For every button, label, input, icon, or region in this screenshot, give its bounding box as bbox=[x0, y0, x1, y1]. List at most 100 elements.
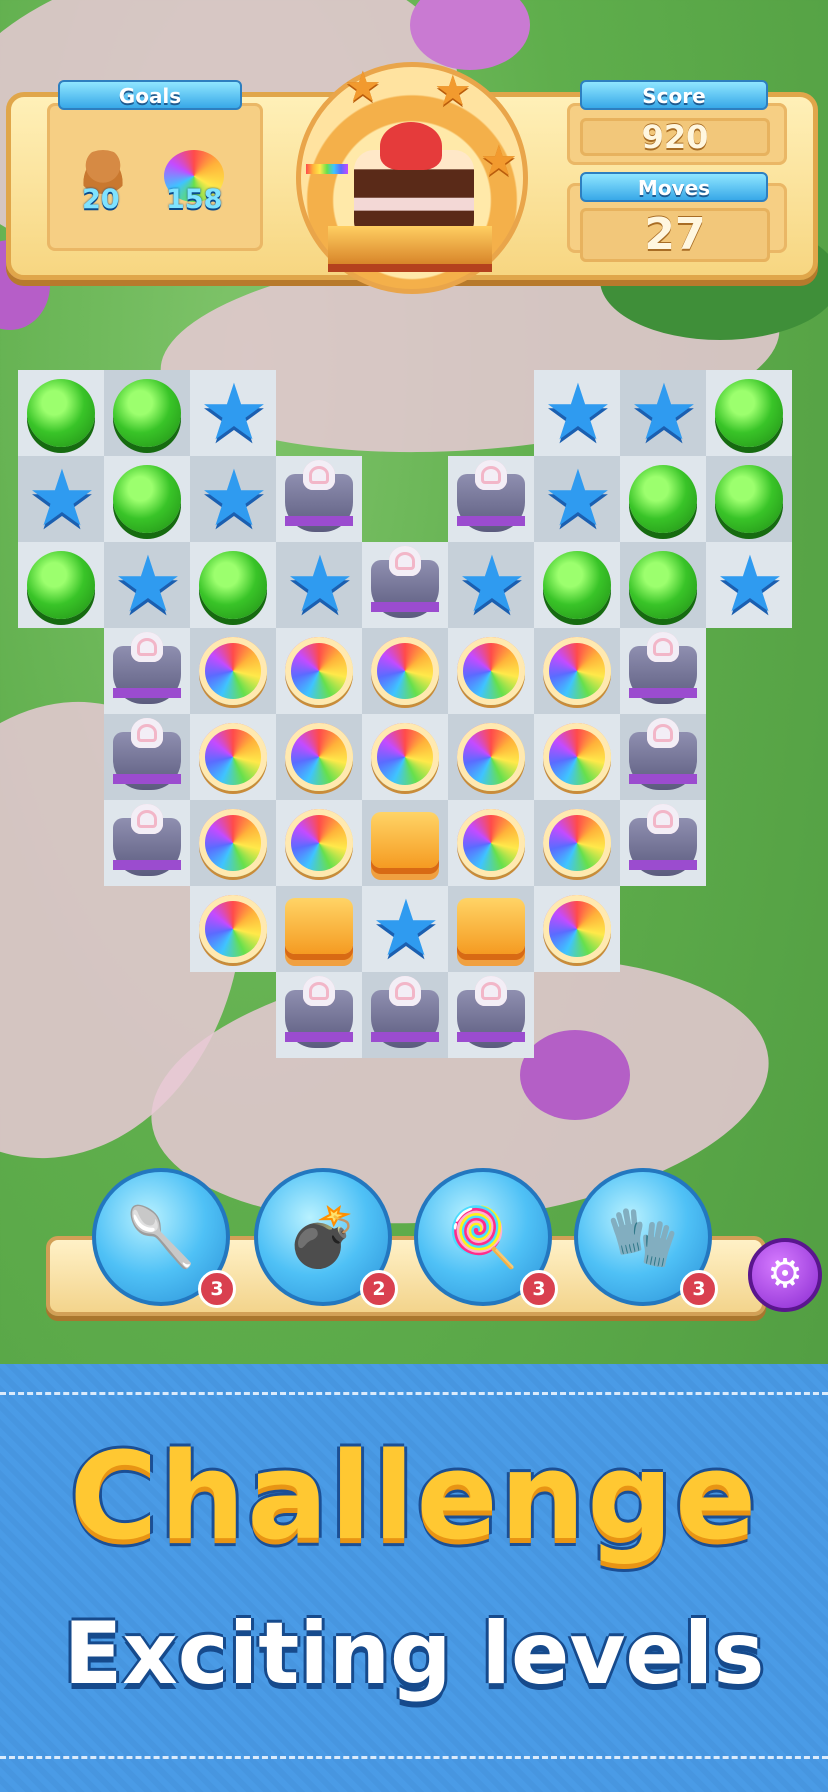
rainbow-candy-icon bbox=[371, 723, 439, 791]
board-cell[interactable] bbox=[104, 628, 190, 714]
board-cell[interactable] bbox=[190, 714, 276, 800]
board-cell[interactable]: ★ bbox=[190, 370, 276, 456]
board-cell[interactable] bbox=[104, 800, 190, 886]
board-cell[interactable] bbox=[362, 714, 448, 800]
board-cell[interactable] bbox=[534, 886, 620, 972]
board-cell[interactable] bbox=[276, 800, 362, 886]
background-flower bbox=[520, 1030, 630, 1120]
rainbow-candy-icon bbox=[543, 895, 611, 963]
board-cell[interactable] bbox=[190, 542, 276, 628]
magic-hat-blocker-icon bbox=[113, 632, 181, 704]
moves-label: Moves bbox=[580, 172, 768, 202]
board-cell[interactable] bbox=[276, 972, 362, 1058]
rainbow-candy-icon bbox=[285, 723, 353, 791]
magic-hat-blocker-icon bbox=[457, 976, 525, 1048]
magic-hat-blocker-icon bbox=[285, 976, 353, 1048]
board-cell[interactable]: ★ bbox=[448, 542, 534, 628]
board-cell[interactable] bbox=[104, 370, 190, 456]
magic-hat-blocker-icon bbox=[113, 718, 181, 790]
rainbow-candy-icon bbox=[543, 723, 611, 791]
board-cell[interactable] bbox=[190, 628, 276, 714]
magic-hat-blocker-icon bbox=[457, 460, 525, 532]
magic-hat-blocker-icon bbox=[285, 460, 353, 532]
magic-hat-blocker-icon bbox=[371, 546, 439, 618]
booster-lollipop-count: 3 bbox=[520, 1270, 558, 1308]
board-cell[interactable] bbox=[448, 456, 534, 542]
board-cell[interactable] bbox=[534, 714, 620, 800]
goals-label: Goals bbox=[58, 80, 242, 110]
board-cell[interactable] bbox=[620, 456, 706, 542]
green-candy-icon bbox=[629, 551, 697, 619]
board-cell[interactable] bbox=[706, 456, 792, 542]
green-candy-icon bbox=[199, 551, 267, 619]
rainbow-candy-icon bbox=[543, 809, 611, 877]
green-candy-icon bbox=[715, 379, 783, 447]
board-cell[interactable]: ★ bbox=[190, 456, 276, 542]
board-cell[interactable]: ★ bbox=[104, 542, 190, 628]
board-cell[interactable] bbox=[448, 714, 534, 800]
board-cell[interactable] bbox=[620, 628, 706, 714]
board-cell[interactable]: ★ bbox=[362, 886, 448, 972]
board-cell[interactable] bbox=[448, 800, 534, 886]
rainbow-candy-icon bbox=[285, 637, 353, 705]
goal-count-rainbow: 158 bbox=[166, 184, 223, 215]
magic-hat-blocker-icon bbox=[113, 804, 181, 876]
board-cell[interactable] bbox=[18, 542, 104, 628]
blue-star-candy-icon: ★ bbox=[113, 540, 183, 630]
board-cell[interactable] bbox=[190, 800, 276, 886]
cake-top-strawberry bbox=[380, 122, 442, 170]
board-cell[interactable] bbox=[534, 628, 620, 714]
board-cell[interactable]: ★ bbox=[534, 370, 620, 456]
promo-subheadline: Exciting levels bbox=[63, 1604, 765, 1704]
board-cell[interactable] bbox=[620, 800, 706, 886]
board-cell[interactable] bbox=[448, 628, 534, 714]
green-candy-icon bbox=[543, 551, 611, 619]
board-cell[interactable] bbox=[534, 542, 620, 628]
rainbow-candy-icon bbox=[457, 809, 525, 877]
magic-hat-blocker-icon bbox=[629, 632, 697, 704]
board-cell[interactable]: ★ bbox=[534, 456, 620, 542]
board-cell[interactable] bbox=[362, 972, 448, 1058]
blue-star-candy-icon: ★ bbox=[371, 884, 441, 974]
board-cell[interactable] bbox=[534, 800, 620, 886]
board-cell[interactable] bbox=[104, 714, 190, 800]
board-cell[interactable] bbox=[620, 714, 706, 800]
rainbow-candy-icon bbox=[285, 809, 353, 877]
board-cell[interactable] bbox=[448, 972, 534, 1058]
score-value: 920 bbox=[580, 118, 770, 156]
orange-jelly-candy-icon bbox=[371, 812, 439, 868]
board-cell[interactable] bbox=[276, 456, 362, 542]
star-icon: ★ bbox=[480, 136, 518, 185]
board-cell[interactable] bbox=[706, 370, 792, 456]
board-cell[interactable] bbox=[276, 714, 362, 800]
board-cell[interactable]: ★ bbox=[276, 542, 362, 628]
board-cell[interactable] bbox=[276, 628, 362, 714]
star-icon: ★ bbox=[344, 62, 382, 111]
board-cell[interactable] bbox=[104, 456, 190, 542]
rainbow-candy-icon bbox=[457, 723, 525, 791]
rainbow-candy-icon bbox=[543, 637, 611, 705]
blue-star-candy-icon: ★ bbox=[715, 540, 785, 630]
board-cell[interactable]: ★ bbox=[620, 370, 706, 456]
rainbow-candy-icon bbox=[199, 895, 267, 963]
magic-hat-blocker-icon bbox=[629, 804, 697, 876]
gear-icon: ⚙ bbox=[767, 1251, 803, 1297]
board-cell[interactable]: ★ bbox=[18, 456, 104, 542]
board-cell[interactable]: ★ bbox=[706, 542, 792, 628]
board-cell[interactable] bbox=[276, 886, 362, 972]
board-cell[interactable] bbox=[620, 542, 706, 628]
board-cell[interactable] bbox=[190, 886, 276, 972]
star-icon: ★ bbox=[434, 66, 472, 115]
board-cell[interactable] bbox=[448, 886, 534, 972]
settings-button[interactable]: ⚙ bbox=[748, 1238, 822, 1312]
board-cell[interactable] bbox=[362, 800, 448, 886]
rainbow-candy-icon bbox=[199, 809, 267, 877]
banner-stitch-top bbox=[0, 1392, 828, 1395]
board-cell[interactable] bbox=[18, 370, 104, 456]
booster-spoon-count: 3 bbox=[198, 1270, 236, 1308]
blue-star-candy-icon: ★ bbox=[457, 540, 527, 630]
booster-bomb-count: 2 bbox=[360, 1270, 398, 1308]
blue-star-candy-icon: ★ bbox=[199, 368, 269, 458]
board-cell[interactable] bbox=[362, 542, 448, 628]
board-cell[interactable] bbox=[362, 628, 448, 714]
